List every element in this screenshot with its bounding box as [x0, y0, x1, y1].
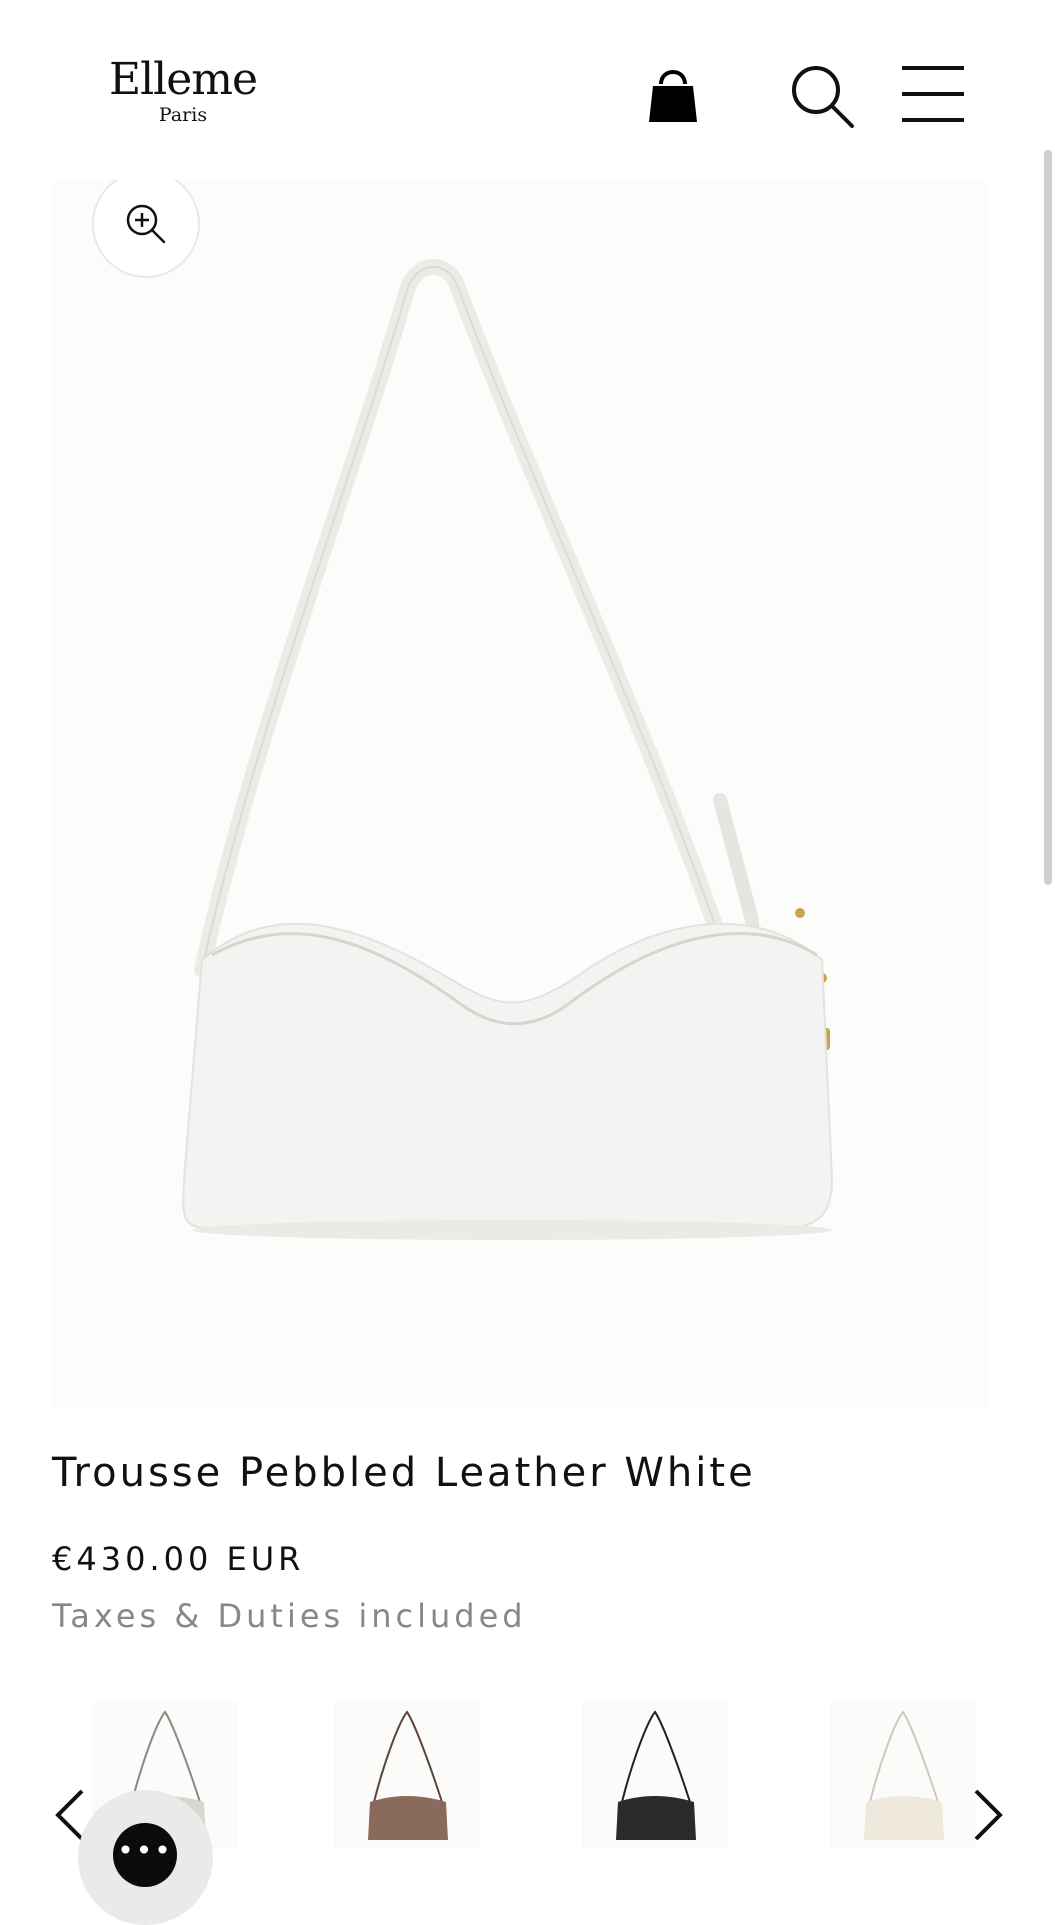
shopping-bag-icon[interactable] [645, 62, 701, 126]
bag-thumbnail-image [368, 1710, 448, 1840]
page-scrollbar[interactable] [1044, 150, 1052, 885]
product-title: Trousse Pebbled Leather White [52, 1450, 756, 1496]
chevron-right-icon[interactable] [968, 1785, 1008, 1845]
brand-logo-subtext: Paris [158, 104, 208, 126]
product-image [182, 258, 834, 1240]
product-image-gallery[interactable] [52, 180, 988, 1408]
variant-thumbnail[interactable] [582, 1702, 728, 1848]
product-price: €430.00 EUR [52, 1540, 305, 1578]
bag-thumbnail-image [864, 1710, 944, 1840]
bag-thumbnail-image [616, 1710, 696, 1840]
site-header: Elleme Paris [0, 0, 1055, 180]
zoom-in-icon [126, 204, 166, 244]
chat-bubble-icon: ••• [113, 1823, 177, 1887]
variant-thumbnail[interactable] [334, 1702, 480, 1848]
brand-logo[interactable]: Elleme Paris [103, 54, 263, 127]
brand-logo-text: Elleme [108, 54, 258, 105]
chat-dots: ••• [117, 1834, 173, 1867]
variant-thumbnail[interactable] [830, 1702, 976, 1848]
tax-note: Taxes & Duties included [52, 1597, 527, 1635]
menu-icon[interactable] [898, 62, 968, 128]
chat-widget-button[interactable]: ••• [78, 1790, 213, 1925]
search-icon[interactable] [788, 62, 858, 132]
